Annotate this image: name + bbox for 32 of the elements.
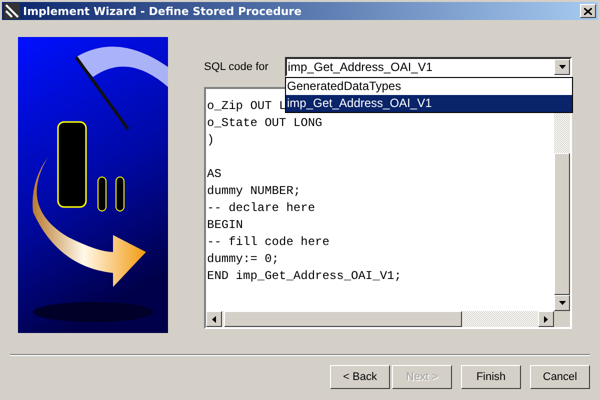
scrollbar-corner	[554, 311, 570, 327]
code-line: AS	[207, 166, 222, 183]
code-line: END imp_Get_Address_OAI_V1;	[207, 268, 402, 285]
field-label: SQL code for	[204, 61, 270, 73]
scroll-thumb[interactable]	[224, 311, 462, 327]
window-title: Implement Wizard - Define Stored Procedure	[23, 4, 303, 18]
left-arrow-icon	[212, 316, 216, 322]
code-line: BEGIN	[207, 217, 244, 234]
close-icon	[584, 8, 592, 14]
caret-icon	[558, 65, 566, 69]
code-line: -- fill code here	[207, 234, 330, 251]
wizard-button[interactable]: < Back	[330, 365, 390, 389]
code-line: dummy NUMBER;	[207, 183, 301, 200]
horizontal-scrollbar[interactable]	[206, 311, 554, 327]
sql-code-dropdown[interactable]: imp_Get_Address_OAI_V1	[284, 57, 572, 77]
scroll-left-button[interactable]	[206, 311, 222, 327]
dropdown-button[interactable]	[554, 59, 570, 75]
right-arrow-icon	[544, 316, 548, 322]
wizard-button[interactable]: Cancel	[530, 365, 590, 389]
down-arrow-icon	[558, 301, 566, 305]
scroll-thumb[interactable]	[554, 153, 570, 295]
code-line: dummy:= 0;	[207, 251, 280, 268]
code-line: o_State OUT LONG	[207, 115, 322, 132]
code-line: o_Zip OUT L	[207, 98, 286, 115]
wizard-button[interactable]: Finish	[461, 365, 521, 389]
wizard-icon	[4, 3, 20, 19]
scroll-right-button[interactable]	[538, 311, 554, 327]
close-button[interactable]	[580, 4, 596, 18]
code-line: )	[207, 132, 214, 149]
code-line: -- declare here	[207, 200, 316, 217]
scroll-down-button[interactable]	[554, 295, 570, 311]
dropdown-option[interactable]: imp_Get_Address_OAI_V1	[286, 95, 572, 112]
